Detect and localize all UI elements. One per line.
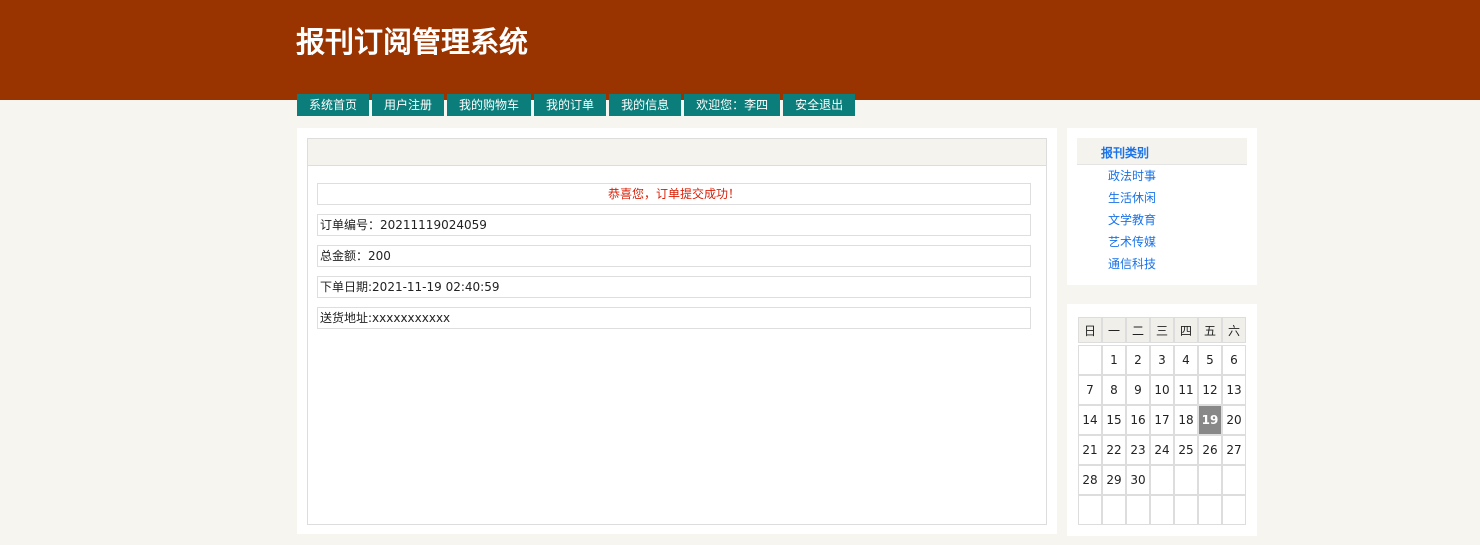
day-cell[interactable]: 29 xyxy=(1102,465,1126,495)
order-result-box: 恭喜您，订单提交成功！ 订单编号：20211119024059 总金额：200 … xyxy=(307,138,1047,525)
day-cell[interactable]: 21 xyxy=(1078,435,1102,465)
order-address: 送货地址:xxxxxxxxxxx xyxy=(317,307,1031,329)
day-cell[interactable]: 3 xyxy=(1150,345,1174,375)
day-cell xyxy=(1198,495,1222,525)
day-cell[interactable]: 28 xyxy=(1078,465,1102,495)
calendar: 日 一 二 三 四 五 六 1 2 3 4 5 6 7 8 9 10 11 12… xyxy=(1078,317,1246,525)
day-cell[interactable]: 7 xyxy=(1078,375,1102,405)
day-cell xyxy=(1222,465,1246,495)
day-cell xyxy=(1150,495,1174,525)
category-panel: 报刊类别 政法时事 生活休闲 文学教育 艺术传媒 通信科技 xyxy=(1067,128,1257,285)
category-item-arts-media[interactable]: 艺术传媒 xyxy=(1108,231,1156,253)
weekday-cell: 六 xyxy=(1222,317,1246,343)
day-cell[interactable]: 11 xyxy=(1174,375,1198,405)
day-cell[interactable]: 23 xyxy=(1126,435,1150,465)
day-cell[interactable]: 20 xyxy=(1222,405,1246,435)
day-cell xyxy=(1078,345,1102,375)
nav-welcome-user[interactable]: 欢迎您：李四 xyxy=(684,94,781,116)
day-cell xyxy=(1102,495,1126,525)
weekday-cell: 一 xyxy=(1102,317,1126,343)
order-result-header xyxy=(308,139,1046,166)
day-cell[interactable]: 14 xyxy=(1078,405,1102,435)
day-cell[interactable]: 15 xyxy=(1102,405,1126,435)
day-cell[interactable]: 18 xyxy=(1174,405,1198,435)
calendar-week xyxy=(1078,495,1246,525)
day-cell[interactable]: 12 xyxy=(1198,375,1222,405)
category-item-leisure[interactable]: 生活休闲 xyxy=(1108,187,1156,209)
day-cell[interactable]: 10 xyxy=(1150,375,1174,405)
nav-orders[interactable]: 我的订单 xyxy=(534,94,607,116)
day-cell xyxy=(1078,495,1102,525)
day-cell xyxy=(1198,465,1222,495)
day-cell[interactable]: 22 xyxy=(1102,435,1126,465)
category-header: 报刊类别 xyxy=(1077,138,1247,165)
nav-my-info[interactable]: 我的信息 xyxy=(609,94,682,116)
day-cell[interactable]: 26 xyxy=(1198,435,1222,465)
day-cell xyxy=(1150,465,1174,495)
site-title: 报刊订阅管理系统 xyxy=(296,25,529,59)
site-header: 报刊订阅管理系统 xyxy=(0,0,1480,100)
category-item-politics[interactable]: 政法时事 xyxy=(1108,165,1156,187)
day-cell[interactable]: 13 xyxy=(1222,375,1246,405)
day-cell[interactable]: 24 xyxy=(1150,435,1174,465)
weekday-cell: 四 xyxy=(1174,317,1198,343)
nav-cart[interactable]: 我的购物车 xyxy=(447,94,532,116)
day-cell xyxy=(1126,495,1150,525)
order-date: 下单日期:2021-11-19 02:40:59 xyxy=(317,276,1031,298)
day-cell[interactable]: 25 xyxy=(1174,435,1198,465)
today-cell[interactable]: 19 xyxy=(1198,405,1222,435)
nav-logout[interactable]: 安全退出 xyxy=(783,94,856,116)
day-cell xyxy=(1174,465,1198,495)
category-list: 政法时事 生活休闲 文学教育 艺术传媒 通信科技 xyxy=(1108,165,1156,275)
weekday-cell: 日 xyxy=(1078,317,1102,343)
day-cell[interactable]: 1 xyxy=(1102,345,1126,375)
day-cell xyxy=(1174,495,1198,525)
weekday-cell: 五 xyxy=(1198,317,1222,343)
calendar-week: 14 15 16 17 18 19 20 xyxy=(1078,405,1246,435)
order-total: 总金额：200 xyxy=(317,245,1031,267)
day-cell[interactable]: 4 xyxy=(1174,345,1198,375)
day-cell[interactable]: 30 xyxy=(1126,465,1150,495)
day-cell[interactable]: 17 xyxy=(1150,405,1174,435)
weekday-cell: 三 xyxy=(1150,317,1174,343)
calendar-week: 1 2 3 4 5 6 xyxy=(1078,345,1246,375)
category-title[interactable]: 报刊类别 xyxy=(1101,144,1149,161)
day-cell[interactable]: 8 xyxy=(1102,375,1126,405)
order-result-panel: 恭喜您，订单提交成功！ 订单编号：20211119024059 总金额：200 … xyxy=(297,128,1057,534)
calendar-week: 28 29 30 xyxy=(1078,465,1246,495)
order-number: 订单编号：20211119024059 xyxy=(317,214,1031,236)
day-cell[interactable]: 16 xyxy=(1126,405,1150,435)
calendar-weekday-row: 日 一 二 三 四 五 六 xyxy=(1078,317,1246,343)
calendar-panel: 日 一 二 三 四 五 六 1 2 3 4 5 6 7 8 9 10 11 12… xyxy=(1067,304,1257,536)
day-cell[interactable]: 2 xyxy=(1126,345,1150,375)
nav-home[interactable]: 系统首页 xyxy=(297,94,370,116)
order-success-message: 恭喜您，订单提交成功！ xyxy=(317,183,1031,205)
day-cell[interactable]: 9 xyxy=(1126,375,1150,405)
calendar-week: 21 22 23 24 25 26 27 xyxy=(1078,435,1246,465)
category-item-literature[interactable]: 文学教育 xyxy=(1108,209,1156,231)
day-cell[interactable]: 27 xyxy=(1222,435,1246,465)
day-cell[interactable]: 6 xyxy=(1222,345,1246,375)
category-item-tech[interactable]: 通信科技 xyxy=(1108,253,1156,275)
day-cell[interactable]: 5 xyxy=(1198,345,1222,375)
main-nav: 系统首页 用户注册 我的购物车 我的订单 我的信息 欢迎您：李四 安全退出 xyxy=(297,94,856,116)
nav-register[interactable]: 用户注册 xyxy=(372,94,445,116)
day-cell xyxy=(1222,495,1246,525)
calendar-week: 7 8 9 10 11 12 13 xyxy=(1078,375,1246,405)
weekday-cell: 二 xyxy=(1126,317,1150,343)
